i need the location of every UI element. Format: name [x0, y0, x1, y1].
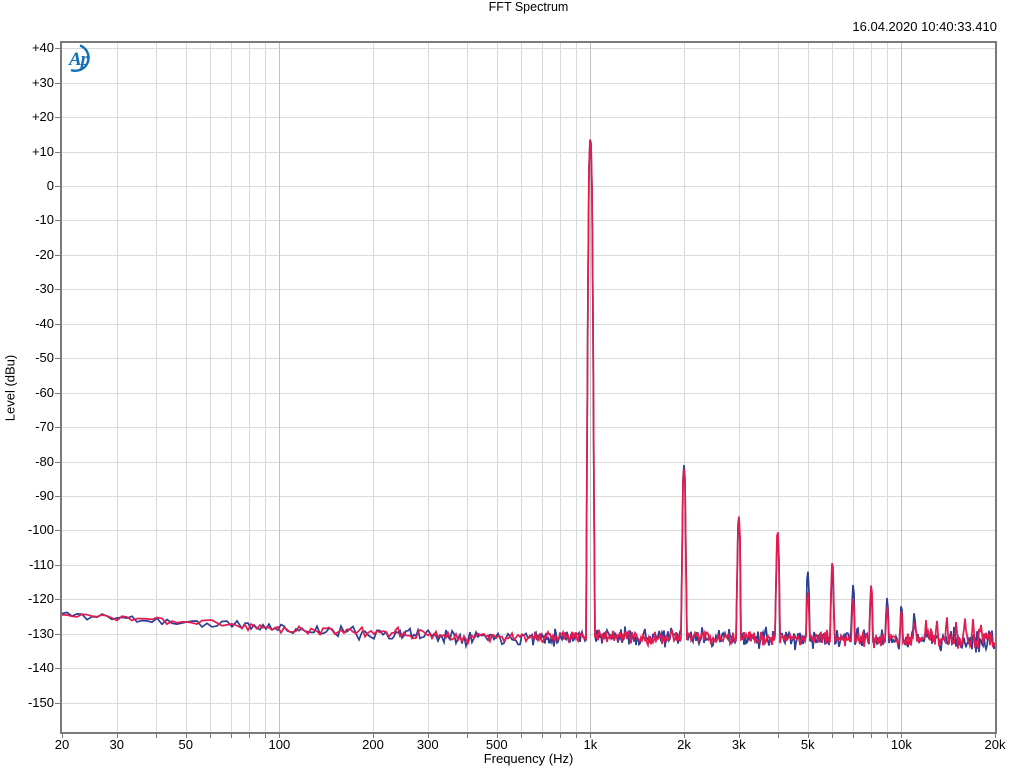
x-tick-mark [249, 734, 250, 738]
x-tick-label: 2k [656, 737, 712, 753]
y-tick-mark [55, 565, 60, 566]
x-tick-label: 3k [711, 737, 767, 753]
y-tick-label: -140 [12, 660, 54, 676]
y-tick-label: +20 [12, 109, 54, 125]
y-tick-label: -60 [12, 385, 54, 401]
y-tick-mark [55, 668, 60, 669]
x-tick-label: 10k [873, 737, 929, 753]
x-axis-label: Frequency (Hz) [60, 751, 997, 766]
y-tick-mark [55, 599, 60, 600]
y-tick-label: +30 [12, 75, 54, 91]
x-tick-label: 20k [967, 737, 1023, 753]
x-tick-label: 1k [562, 737, 618, 753]
x-tick-label: 30 [89, 737, 145, 753]
chart-title: FFT Spectrum [60, 0, 997, 14]
y-tick-label: -150 [12, 695, 54, 711]
x-tick-mark [853, 734, 854, 738]
y-tick-mark [55, 220, 60, 221]
x-tick-mark [560, 734, 561, 738]
y-tick-label: -130 [12, 626, 54, 642]
y-tick-label: -40 [12, 316, 54, 332]
y-tick-label: -50 [12, 350, 54, 366]
plot-area: Ap [60, 41, 997, 734]
y-tick-label: -90 [12, 488, 54, 504]
y-tick-mark [55, 255, 60, 256]
y-tick-mark [55, 703, 60, 704]
x-tick-label: 500 [469, 737, 525, 753]
y-tick-mark [55, 530, 60, 531]
x-tick-mark [231, 734, 232, 738]
blue-trace [62, 141, 995, 653]
y-tick-label: -80 [12, 454, 54, 470]
x-tick-mark [542, 734, 543, 738]
y-tick-mark [55, 324, 60, 325]
plot-canvas [62, 43, 995, 732]
y-tick-mark [55, 48, 60, 49]
y-tick-mark [55, 393, 60, 394]
y-tick-label: -100 [12, 522, 54, 538]
y-tick-label: +40 [12, 40, 54, 56]
y-tick-label: -10 [12, 212, 54, 228]
y-tick-mark [55, 358, 60, 359]
ap-logo-icon: Ap [62, 43, 108, 75]
y-tick-label: -30 [12, 281, 54, 297]
y-tick-label: -70 [12, 419, 54, 435]
x-tick-label: 20 [34, 737, 90, 753]
y-tick-mark [55, 462, 60, 463]
red-trace [62, 140, 995, 649]
y-tick-mark [55, 186, 60, 187]
x-tick-label: 50 [158, 737, 214, 753]
y-tick-label: -110 [12, 557, 54, 573]
y-tick-label: -20 [12, 247, 54, 263]
y-tick-label: +10 [12, 144, 54, 160]
y-tick-mark [55, 427, 60, 428]
y-tick-mark [55, 83, 60, 84]
x-tick-label: 200 [345, 737, 401, 753]
y-tick-label: 0 [12, 178, 54, 194]
x-tick-label: 100 [251, 737, 307, 753]
y-tick-mark [55, 117, 60, 118]
y-tick-label: -120 [12, 591, 54, 607]
x-tick-mark [871, 734, 872, 738]
y-tick-mark [55, 634, 60, 635]
y-tick-mark [55, 496, 60, 497]
ap-logo-text: Ap [68, 49, 90, 70]
x-tick-label: 5k [780, 737, 836, 753]
fft-spectrum-window: FFT Spectrum 16.04.2020 10:40:33.410 Ap … [0, 0, 1024, 768]
timestamp: 16.04.2020 10:40:33.410 [852, 19, 997, 34]
x-tick-label: 300 [400, 737, 456, 753]
y-tick-mark [55, 152, 60, 153]
y-tick-mark [55, 289, 60, 290]
